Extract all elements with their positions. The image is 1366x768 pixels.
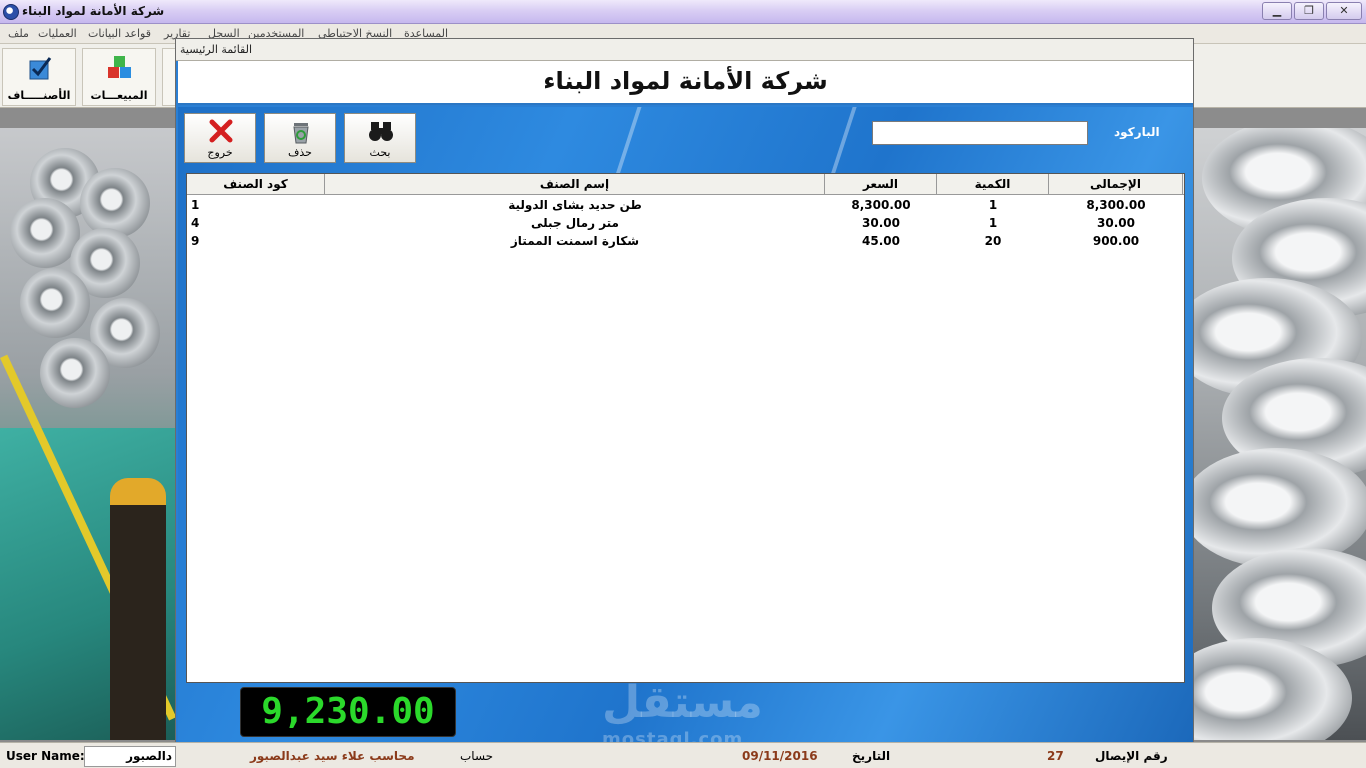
menu-file[interactable]: ملف (8, 27, 29, 40)
table-row[interactable]: 1 طن حديد بشاى الدولية 8,300.00 1 8,300.… (187, 196, 1184, 214)
cubes-icon (108, 56, 131, 78)
steel-coil (20, 268, 90, 338)
exit-button-label: خروج (207, 146, 233, 159)
table-row[interactable]: 4 متر رمال جبلى 30.00 1 30.00 (187, 214, 1184, 232)
minimize-button[interactable]: ▁ (1262, 2, 1292, 20)
search-button[interactable]: بحث (344, 113, 416, 163)
recycle-bin-icon (293, 123, 309, 144)
items-button-label: الأصنـــــاف (7, 89, 71, 102)
cell-total: 900.00 (1092, 234, 1140, 248)
invoice-grid[interactable]: كود الصنف إسم الصنف السعر الكمية الإجمال… (186, 173, 1185, 683)
binoculars-icon (369, 122, 393, 141)
app-title: شركة الأمانة لمواد البناء (22, 4, 165, 18)
barcode-label: الباركود (1114, 125, 1160, 139)
cell-price: 8,300.00 (851, 198, 911, 212)
barcode-input[interactable] (872, 121, 1088, 145)
delete-button[interactable]: حذف (264, 113, 336, 163)
cell-code: 1 (191, 198, 200, 212)
background-image-right (1192, 128, 1366, 740)
delete-button-label: حذف (288, 146, 312, 159)
company-header: شركة الأمانة لمواد البناء (178, 61, 1193, 105)
restore-button[interactable]: ❐ (1294, 2, 1324, 20)
menu-databases[interactable]: قواعد البيانات (88, 27, 151, 40)
grand-total-display: 9,230.00 (240, 687, 456, 737)
watermark-text: مستقل (602, 677, 763, 728)
steel-coil (40, 338, 110, 408)
cell-name: متر رمال جبلى (531, 216, 619, 230)
cell-total: 30.00 (1097, 216, 1135, 230)
sales-button-label: المبيعـــات (90, 89, 148, 102)
child-titlebar: القائمة الرئيسية (176, 39, 1193, 61)
cell-name: طن حديد بشاى الدولية (508, 198, 642, 212)
steel-coil (80, 168, 150, 238)
exit-button[interactable]: خروج (184, 113, 256, 163)
cell-qty: 1 (988, 216, 998, 230)
header-total[interactable]: الإجمالى (1049, 174, 1183, 195)
toolbar-button-partial[interactable] (162, 48, 176, 106)
user-name-field: دالصبور (84, 746, 176, 767)
header-code[interactable]: كود الصنف (187, 174, 325, 195)
header-price[interactable]: السعر (825, 174, 937, 195)
company-name: شركة الأمانة لمواد البناء (543, 67, 828, 95)
cell-price: 45.00 (862, 234, 900, 248)
main-menu-window: القائمة الرئيسية شركة الأمانة لمواد البن… (175, 38, 1194, 768)
user-name-label: User Name: (6, 749, 85, 763)
header-name[interactable]: إسم الصنف (325, 174, 825, 195)
cell-code: 4 (191, 216, 200, 230)
cell-qty: 20 (984, 234, 1002, 248)
status-bar: User Name: دالصبور محاسب علاء سيد عبدالص… (0, 742, 1366, 768)
app-titlebar: شركة الأمانة لمواد البناء ▁ ❐ ✕ (0, 0, 1366, 24)
grid-header: كود الصنف إسم الصنف السعر الكمية الإجمال… (187, 174, 1184, 195)
sales-button[interactable]: المبيعـــات (82, 48, 156, 106)
cell-name: شكارة اسمنت الممتاز (510, 234, 640, 248)
background-image-left (0, 128, 176, 740)
cell-qty: 1 (988, 198, 998, 212)
close-button[interactable]: ✕ (1326, 2, 1362, 20)
cell-total: 8,300.00 (1086, 198, 1146, 212)
app-icon (3, 4, 19, 20)
menu-operations[interactable]: العمليات (38, 27, 77, 40)
receipt-number: 27 (1047, 749, 1064, 763)
date-value: 09/11/2016 (742, 749, 818, 763)
close-icon (209, 119, 233, 143)
account-label: حساب (460, 749, 494, 763)
cell-price: 30.00 (862, 216, 900, 230)
date-label: التاريخ (852, 749, 891, 763)
worker-figure (110, 478, 166, 740)
search-button-label: بحث (369, 146, 391, 159)
table-row[interactable]: 9 شكارة اسمنت الممتاز 45.00 20 900.00 (187, 232, 1184, 250)
account-name: محاسب علاء سيد عبدالصبور (250, 749, 415, 763)
check-box-icon (29, 57, 52, 80)
header-qty[interactable]: الكمية (937, 174, 1049, 195)
receipt-label: رقم الإيصال (1095, 749, 1168, 763)
child-title: القائمة الرئيسية (180, 43, 253, 56)
sales-panel: خروج حذف بحث الباركود كود الصنف إسم الصن… (178, 107, 1193, 768)
cell-code: 9 (191, 234, 200, 248)
items-button[interactable]: الأصنـــــاف (2, 48, 76, 106)
